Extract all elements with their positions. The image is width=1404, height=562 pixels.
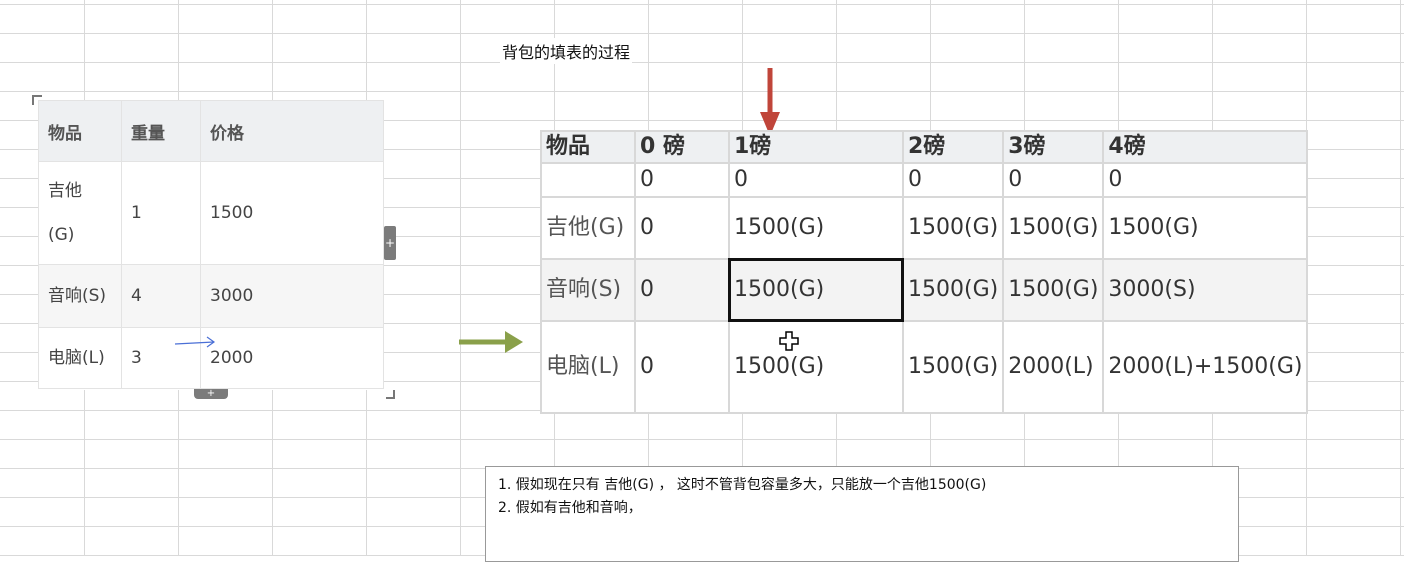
item-guitar-line1: 吉他 (48, 181, 82, 201)
dp-header-item: 物品 (540, 130, 636, 164)
dp-header-1lb: 1磅 (728, 130, 904, 164)
dp-cell[interactable]: 1500(G) (901, 320, 1005, 414)
add-column-handle[interactable]: + (384, 226, 396, 260)
dp-cell[interactable]: 1500(G) (1102, 196, 1309, 260)
dp-header-0lb: 0 磅 (634, 130, 730, 164)
cross-cursor-icon (779, 331, 799, 351)
dp-cell[interactable]: 0 (1102, 162, 1309, 198)
dp-cell[interactable]: 2000(L)+1500(G) (1102, 320, 1309, 414)
add-row-handle[interactable]: + (194, 389, 228, 399)
dp-row-label-speaker[interactable]: 音响(S) (540, 258, 636, 322)
note-line-1: 1. 假如现在只有 吉他(G) ， 这时不管背包容量多大，只能放一个吉他1500… (498, 477, 987, 493)
dp-header-2lb: 2磅 (901, 130, 1005, 164)
dp-cell[interactable]: 1500(G) (901, 258, 1005, 322)
item-cell-speaker[interactable]: 音响(S) (38, 264, 122, 328)
dp-cell[interactable]: 0 (634, 196, 730, 260)
item-cell-guitar[interactable]: 吉他 (G) (38, 161, 122, 265)
blue-arrow-icon (174, 336, 216, 348)
item-cell-laptop[interactable]: 电脑(L) (38, 327, 122, 389)
dp-cell[interactable] (540, 162, 636, 198)
red-arrow-icon (760, 68, 780, 136)
note-line-2: 2. 假如有吉他和音响， (498, 500, 642, 516)
dp-cell[interactable]: 2000(L) (1002, 320, 1105, 414)
weight-cell[interactable]: 1 (121, 161, 201, 265)
dp-cell[interactable]: 0 (634, 320, 730, 414)
weight-cell[interactable]: 4 (121, 264, 201, 328)
dp-cell[interactable]: 0 (634, 258, 730, 322)
item-guitar-line2: (G) (48, 225, 75, 245)
dp-cell-selected[interactable]: 1500(G) (728, 258, 904, 322)
dp-cell[interactable]: 1500(G) (901, 196, 1005, 260)
dp-cell[interactable]: 1500(G) (1002, 196, 1105, 260)
dp-cell[interactable]: 0 (728, 162, 904, 198)
resize-handle-bottom-right[interactable] (386, 390, 395, 399)
dp-cell[interactable]: 3000(S) (1102, 258, 1309, 322)
notes-textbox[interactable]: 1. 假如现在只有 吉他(G) ， 这时不管背包容量多大，只能放一个吉他1500… (485, 466, 1239, 562)
dp-header-4lb: 4磅 (1102, 130, 1309, 164)
dp-cell[interactable]: 0 (901, 162, 1005, 198)
price-cell[interactable]: 2000 (200, 327, 384, 389)
dp-cell[interactable]: 1500(G) (1002, 258, 1105, 322)
dp-row-label-guitar[interactable]: 吉他(G) (540, 196, 636, 260)
price-cell[interactable]: 3000 (200, 264, 384, 328)
dp-row-label-laptop[interactable]: 电脑(L) (540, 320, 636, 414)
header-price: 价格 (200, 100, 384, 162)
green-arrow-icon (459, 331, 523, 353)
dp-cell[interactable]: 1500(G) (728, 196, 904, 260)
dp-cell[interactable]: 1500(G) (728, 320, 904, 414)
dp-cell[interactable]: 0 (634, 162, 730, 198)
price-cell[interactable]: 1500 (200, 161, 384, 265)
dp-cell[interactable]: 0 (1002, 162, 1105, 198)
dp-table[interactable]: 物品 0 磅 1磅 2磅 3磅 4磅 0 0 0 0 0 吉他(G) 0 150… (540, 130, 1309, 414)
dp-header-3lb: 3磅 (1002, 130, 1105, 164)
header-item: 物品 (38, 100, 122, 162)
sheet-title: 背包的填表的过程 (500, 38, 633, 64)
header-weight: 重量 (121, 100, 201, 162)
